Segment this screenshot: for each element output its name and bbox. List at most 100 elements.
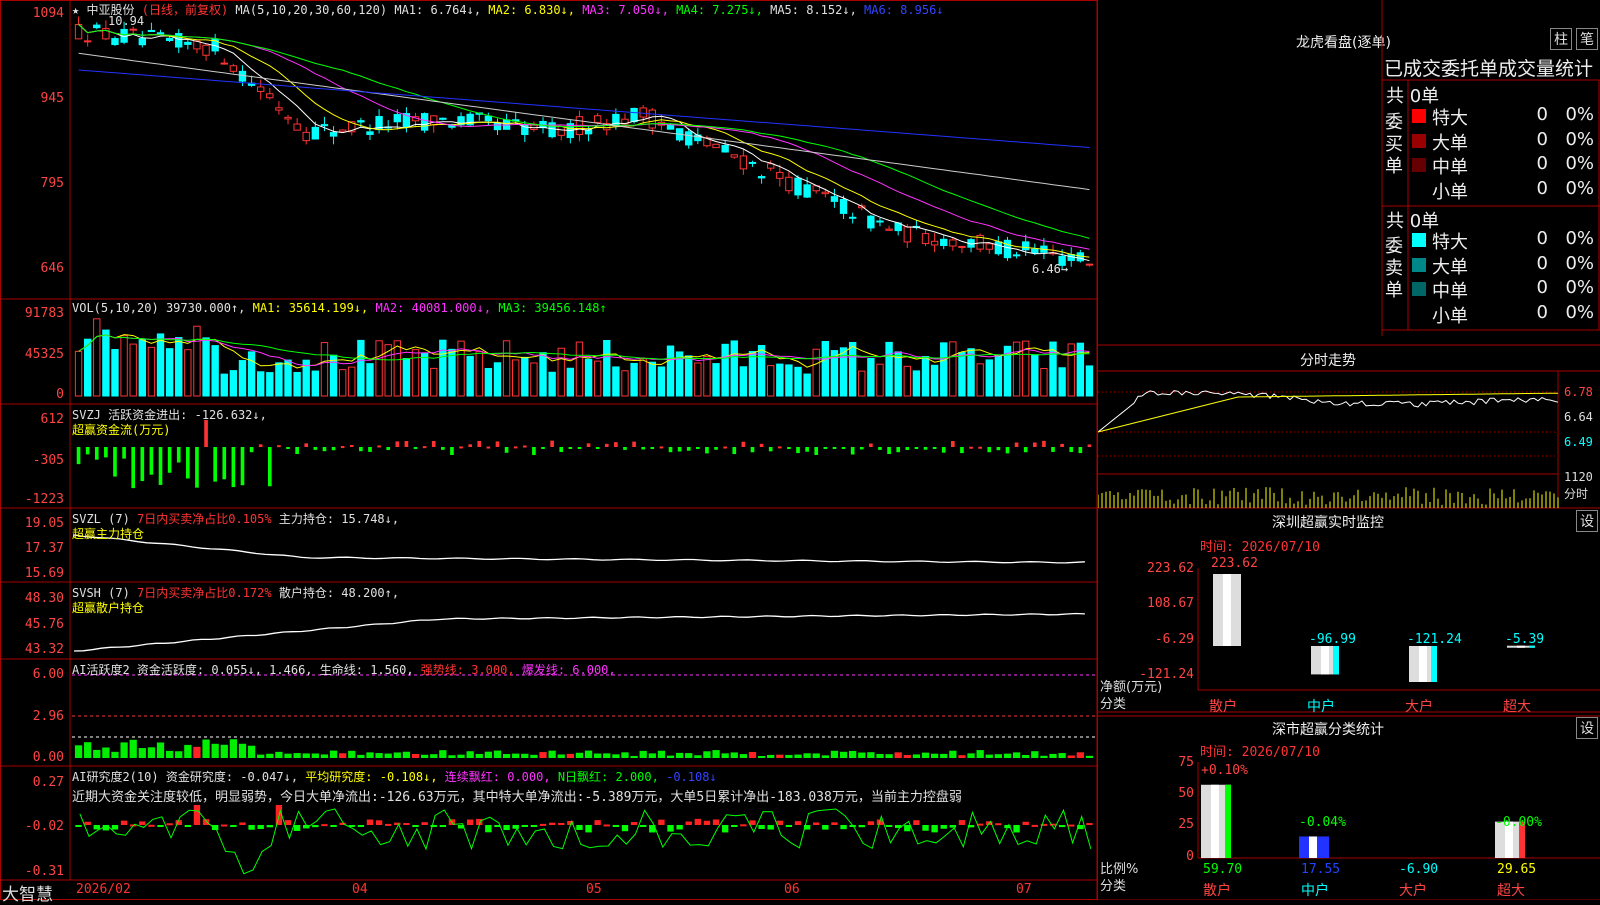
activity-bar <box>639 750 647 758</box>
activity-bar <box>730 752 738 758</box>
research-bar <box>530 825 538 827</box>
research-line <box>79 808 1092 875</box>
fund-flow-bar <box>486 446 491 449</box>
candle-body <box>1012 254 1021 257</box>
activity-bar <box>165 750 174 758</box>
research-bar <box>612 825 620 827</box>
volume-bar <box>493 362 502 397</box>
volume-bar <box>575 341 584 397</box>
candle-body <box>257 86 265 92</box>
volume-bar <box>885 341 893 397</box>
volume-bar <box>1085 365 1094 397</box>
research-bar <box>293 825 301 831</box>
volume-bar <box>949 341 957 397</box>
activity-bar <box>603 753 611 758</box>
research-bar <box>330 825 337 827</box>
volume-bar <box>193 325 201 397</box>
kline-ytick: 646 <box>40 261 64 276</box>
burst-line-value: 爆发线: 6.000, <box>521 663 616 677</box>
buy-order-type: 小单 <box>1432 181 1468 203</box>
volume-bar <box>639 358 647 397</box>
app-logo[interactable]: 大智慧 <box>2 880 53 905</box>
candle-body <box>302 131 310 142</box>
class-category-label: 散户 <box>1203 883 1231 899</box>
activity-bar <box>675 752 684 758</box>
activity-bar <box>539 752 547 758</box>
ai-research-streak: 连续飘红: 0.000, <box>444 770 551 784</box>
research-bar <box>785 825 793 827</box>
candle-body <box>238 70 247 82</box>
class-bar-edge <box>1323 836 1329 858</box>
activity-bar <box>1040 755 1048 758</box>
research-bar <box>694 818 702 825</box>
volume-bar <box>566 367 575 397</box>
ma-line <box>78 52 1090 191</box>
svzl-desc: 7日内买卖净占比0.105% <box>137 512 272 526</box>
kline-ytick: 1094 <box>32 6 64 21</box>
intraday-price-line <box>1098 390 1559 433</box>
activity-bar <box>1067 755 1075 758</box>
star-icon[interactable]: ★ <box>72 3 79 17</box>
volume-bar <box>657 366 666 397</box>
fund-flow-bar <box>104 447 108 458</box>
volume-bar <box>557 347 565 397</box>
svzj-desc: 活跃资金进出: -126.632↓, <box>108 408 267 422</box>
candle-body <box>93 24 101 29</box>
candle-body <box>83 40 92 43</box>
sell-order-pct: 0% <box>1565 252 1594 274</box>
activity-bar <box>84 742 92 758</box>
research-bar <box>257 825 264 829</box>
research-bar <box>1031 824 1038 827</box>
x-axis-label: 05 <box>586 882 602 897</box>
monitor-settings-button[interactable]: 设 <box>1576 510 1598 532</box>
ai-research-ytick: -0.02 <box>24 819 64 834</box>
stock-chart-area[interactable] <box>0 0 1098 900</box>
fund-flow-bar <box>249 447 254 453</box>
svzj-ytick: 612 <box>40 412 64 427</box>
sell-order-pct: 0% <box>1565 301 1594 323</box>
sell-order-count: 0 <box>1536 228 1548 249</box>
research-bar <box>913 820 920 825</box>
activity-bar <box>202 739 210 758</box>
fund-flow-bar <box>113 447 117 477</box>
candle-body <box>785 176 793 192</box>
volume-bar <box>266 372 274 397</box>
activity-bar <box>493 750 502 758</box>
fund-flow-bar <box>240 447 245 486</box>
activity-bar <box>420 754 429 758</box>
activity-bar <box>703 751 711 758</box>
retail-holding-line <box>73 612 1085 652</box>
volume-layer <box>74 318 1094 397</box>
fund-flow-bar <box>705 447 709 454</box>
activity-bar <box>175 751 183 758</box>
candle-body <box>439 117 447 120</box>
period-label[interactable]: (日线，前复权) <box>142 3 228 17</box>
activity-bar <box>502 754 511 758</box>
class-settings-button[interactable]: 设 <box>1576 717 1598 739</box>
volume-bar <box>129 343 137 397</box>
volume-bar <box>1058 367 1066 397</box>
activity-bar <box>184 744 192 758</box>
fund-flow-bar <box>277 445 281 448</box>
activity-bar <box>557 754 565 758</box>
candle-body <box>721 145 729 153</box>
monitor-ytick: 108.67 <box>1147 596 1194 611</box>
fund-flow-bar <box>231 447 236 488</box>
fund-flow-bar <box>477 440 482 447</box>
research-bar <box>858 825 865 828</box>
activity-bar <box>1058 753 1066 758</box>
volume-bar <box>320 342 329 397</box>
volume-bar <box>357 339 365 397</box>
research-bar <box>621 825 629 832</box>
volume-bar <box>402 358 411 397</box>
activity-bar <box>812 753 820 758</box>
svzl-ytick: 19.05 <box>24 516 64 531</box>
research-bar <box>767 825 774 830</box>
activity-bar <box>1049 753 1057 758</box>
fund-flow-bar <box>513 446 518 449</box>
class-ratio-label: -0.04% <box>1299 815 1346 830</box>
research-bar <box>885 825 893 827</box>
class-value-label: 17.55 <box>1301 862 1341 877</box>
volume-bar <box>238 360 247 397</box>
research-bar <box>813 822 820 825</box>
